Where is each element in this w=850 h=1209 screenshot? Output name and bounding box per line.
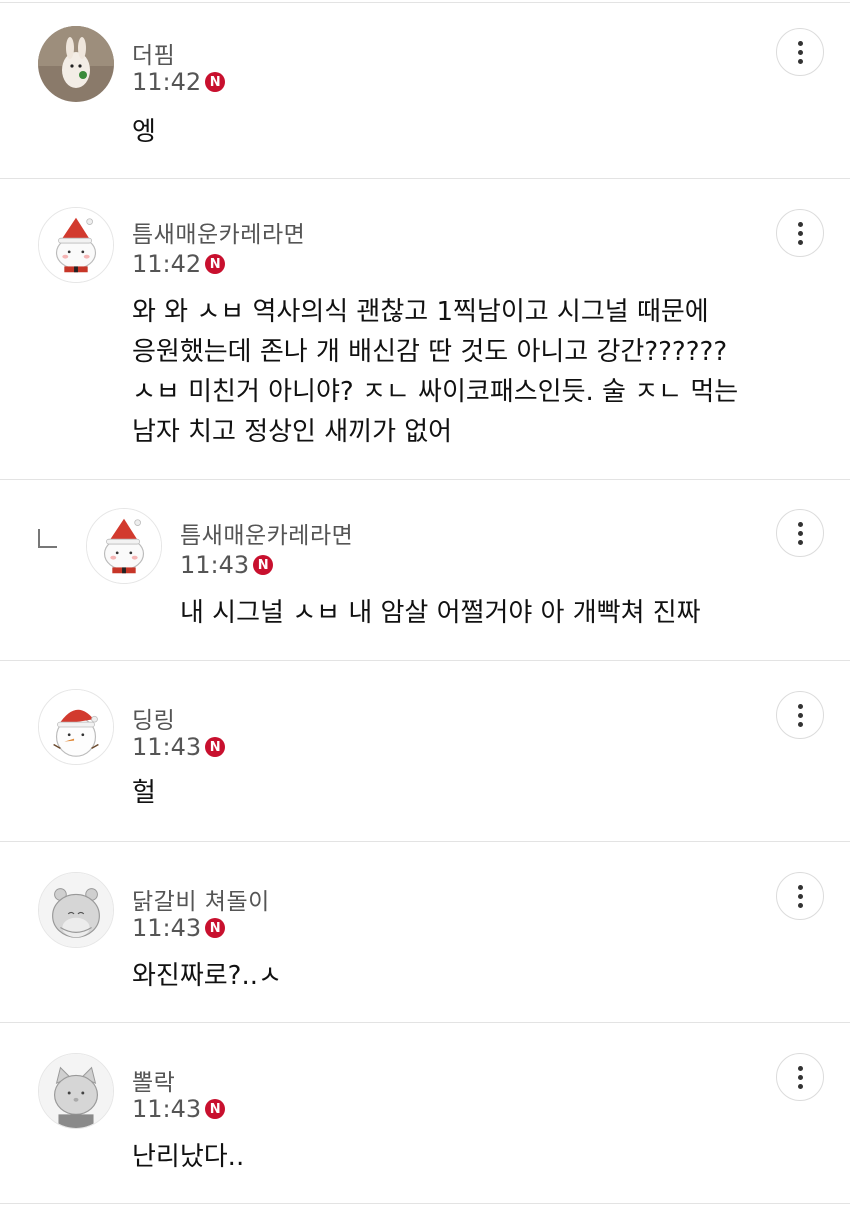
avatar[interactable] — [86, 508, 162, 584]
comment-meta: 11:43 N — [132, 733, 226, 761]
avatar[interactable] — [38, 689, 114, 765]
new-badge: N — [205, 254, 226, 274]
comment-meta: 11:42 N — [132, 250, 226, 278]
comment-author[interactable]: 닭갈비 쳐돌이 — [132, 882, 270, 916]
comment-time: 11:42 — [132, 68, 202, 96]
comment-author[interactable]: 틈새매운카레라면 — [180, 516, 353, 550]
more-options-button[interactable] — [776, 28, 824, 76]
gray-hamster-icon — [39, 873, 113, 947]
avatar[interactable] — [38, 207, 114, 283]
comment-meta: 11:42 N — [132, 68, 226, 96]
more-options-button[interactable] — [776, 509, 824, 557]
divider — [0, 1203, 850, 1204]
more-dots-icon — [797, 221, 803, 227]
comment-text: 내 시그널 ㅅㅂ 내 암살 어쩔거야 아 개빡쳐 진짜 — [180, 598, 701, 628]
rabbit-photo-icon — [38, 26, 114, 102]
santa-cat-icon — [87, 509, 161, 583]
avatar[interactable] — [38, 26, 114, 102]
comment-text: 와진짜로?..ㅅ — [132, 961, 282, 991]
comment-author[interactable]: 틈새매운카레라면 — [132, 215, 305, 249]
comment-item: 더핌 11:42 N 엥 — [0, 0, 850, 178]
more-options-button[interactable] — [776, 872, 824, 920]
new-badge: N — [205, 72, 226, 92]
comment-text: 엥 — [132, 117, 156, 147]
comment-time: 11:43 — [132, 914, 202, 942]
more-dots-icon — [797, 521, 803, 527]
more-options-button[interactable] — [776, 691, 824, 739]
new-badge: N — [205, 737, 226, 757]
comment-time: 11:43 — [180, 551, 250, 579]
snowman-icon — [39, 690, 113, 764]
comment-meta: 11:43 N — [132, 1095, 226, 1123]
reply-arrow-icon — [38, 529, 57, 548]
comment-reply-item: 틈새매운카레라면 11:43 N 내 시그널 ㅅㅂ 내 암살 어쩔거야 아 개빡… — [0, 480, 850, 660]
comment-time: 11:43 — [132, 1095, 202, 1123]
gray-cat-icon — [39, 1054, 113, 1128]
comment-author[interactable]: 뽈락 — [132, 1063, 175, 1097]
comment-author[interactable]: 딩링 — [132, 701, 175, 735]
comment-meta: 11:43 N — [180, 551, 274, 579]
comment-item: 뽈락 11:43 N 난리났다.. — [0, 1023, 850, 1203]
avatar[interactable] — [38, 1053, 114, 1129]
new-badge: N — [205, 1099, 226, 1119]
comment-text: 와 와 ㅅㅂ 역사의식 괜찮고 1찍남이고 시그널 때문에 응원했는데 존나 개… — [132, 297, 739, 447]
new-badge: N — [253, 555, 274, 575]
comment-time: 11:42 — [132, 250, 202, 278]
more-dots-icon — [797, 40, 803, 46]
comment-item: 틈새매운카레라면 11:42 N 와 와 ㅅㅂ 역사의식 괜찮고 1찍남이고 시… — [0, 179, 850, 479]
comment-item: 닭갈비 쳐돌이 11:43 N 와진짜로?..ㅅ — [0, 842, 850, 1022]
santa-cat-icon — [39, 208, 113, 282]
more-dots-icon — [797, 884, 803, 890]
more-options-button[interactable] — [776, 209, 824, 257]
comment-author[interactable]: 더핌 — [132, 36, 175, 70]
comment-meta: 11:43 N — [132, 914, 226, 942]
comment-item: 딩링 11:43 N 헐 — [0, 661, 850, 841]
avatar[interactable] — [38, 872, 114, 948]
more-options-button[interactable] — [776, 1053, 824, 1101]
comment-text: 헐 — [132, 778, 156, 808]
new-badge: N — [205, 918, 226, 938]
comment-time: 11:43 — [132, 733, 202, 761]
more-dots-icon — [797, 1065, 803, 1071]
comment-text: 난리났다.. — [132, 1142, 245, 1172]
more-dots-icon — [797, 703, 803, 709]
